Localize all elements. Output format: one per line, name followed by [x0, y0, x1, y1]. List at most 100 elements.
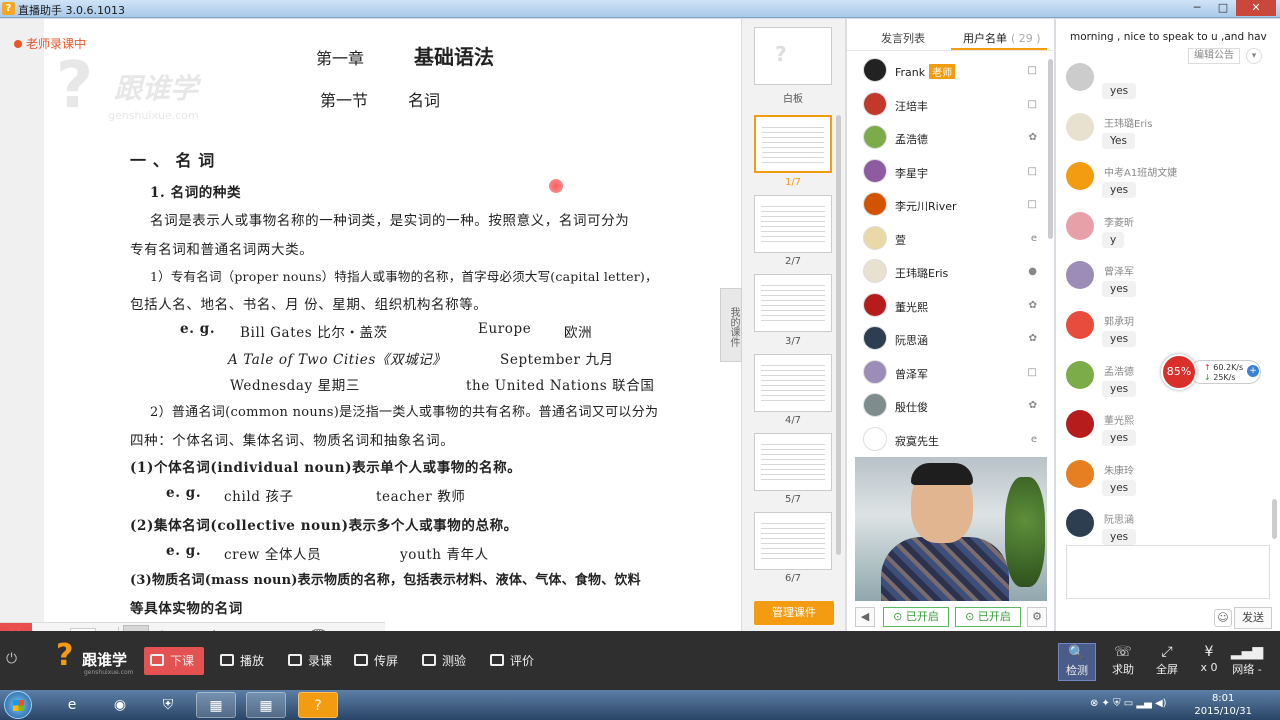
evaluate-button[interactable]: 评价 — [484, 647, 534, 675]
thumbnail-page-2[interactable] — [754, 195, 832, 253]
teacher-badge: 老师 — [929, 64, 956, 79]
avatar[interactable] — [1066, 360, 1094, 389]
chat-input[interactable] — [1066, 545, 1270, 599]
thumbnail-scrollbar[interactable] — [836, 115, 841, 555]
avatar[interactable] — [1066, 63, 1094, 91]
thumbnail-page-5[interactable] — [754, 433, 832, 491]
doc-example: teacher 教师 — [376, 489, 466, 505]
user-list-item[interactable]: 汪培丰 □ — [847, 89, 1047, 122]
user-list-item[interactable]: 孟浩德 ✿ — [847, 122, 1047, 155]
sender-name: 孟浩德 — [1104, 366, 1134, 378]
thumbnail-label: 1/7 — [784, 177, 802, 188]
play-button[interactable]: 播放 — [214, 647, 264, 675]
send-button[interactable]: 发送 — [1234, 607, 1272, 629]
start-button[interactable] — [4, 691, 32, 719]
avatar — [863, 125, 887, 149]
taskbar-app-icon[interactable]: ▦ — [196, 692, 236, 718]
user-name: 萱 — [895, 233, 906, 247]
avatar[interactable] — [1066, 261, 1094, 290]
avatar[interactable] — [1066, 162, 1094, 191]
edit-announcement-button[interactable]: 编辑公告 — [1188, 48, 1240, 64]
thumbnail-page-6[interactable] — [754, 512, 832, 570]
sender-name: 中考A1班胡文婕 — [1104, 168, 1178, 180]
avatar[interactable] — [1066, 459, 1094, 488]
title-bar: ? 直播助手 3.0.6.1013 ─ □ ✕ — [0, 0, 1280, 18]
chat-scrollbar[interactable] — [1272, 499, 1277, 539]
thumbnail-label: 6/7 — [784, 573, 802, 584]
chat-message: 朱康玲 yes — [1066, 459, 1256, 508]
tray-icons[interactable]: ⊗ ✦ ⛨ ▭ ▂▄ ◀) — [1090, 698, 1167, 709]
thumbnail-page-4[interactable] — [754, 354, 832, 412]
fullscreen-button[interactable]: ⤢ 全屏 — [1148, 643, 1186, 681]
avatar[interactable] — [1066, 311, 1094, 339]
avatar[interactable] — [1066, 112, 1094, 141]
plus-icon[interactable]: + — [1247, 365, 1259, 377]
user-list-item[interactable]: 董光熙 ✿ — [847, 290, 1047, 323]
ie-icon[interactable]: e — [52, 692, 92, 718]
user-list-item[interactable]: 李元川River □ — [847, 189, 1047, 222]
manage-courseware-button[interactable]: 管理课件 — [754, 601, 834, 625]
settings-icon[interactable]: ⚙ — [1027, 607, 1047, 627]
close-icon[interactable]: ✕ — [1236, 0, 1276, 16]
doc-line: 2）普通名词(common nouns)是泛指一类人或事物的共有名称。普通名词又… — [150, 405, 659, 420]
avatar — [863, 58, 887, 82]
user-name: 阮思涵 — [895, 334, 928, 347]
cpu-usage: 85% — [1161, 354, 1197, 390]
section-title: 名词 — [408, 91, 441, 110]
quiz-button[interactable]: 测验 — [416, 647, 466, 675]
detect-button[interactable]: 🔍 检测 — [1058, 643, 1096, 681]
avatar[interactable] — [1066, 509, 1094, 538]
network-status[interactable]: ▂▄▆ 网络 - — [1228, 643, 1266, 681]
user-list-scrollbar[interactable] — [1048, 59, 1053, 239]
thumbnail-page-3[interactable] — [754, 274, 832, 332]
tab-users[interactable]: 用户名单( 29 ) — [963, 30, 1041, 46]
user-list-item[interactable]: 殷仕俊 ✿ — [847, 390, 1047, 423]
thumbnail-whiteboard[interactable]: ? — [754, 27, 832, 85]
help-button[interactable]: ☏ 求助 — [1104, 643, 1142, 681]
maximize-icon[interactable]: □ — [1210, 0, 1236, 16]
emoji-icon[interactable]: ☺ — [1214, 609, 1232, 627]
doc-example: 欧洲 — [564, 325, 593, 341]
network-monitor[interactable]: 85% ↑ 60.2K/s ↓ 25K/s + — [1161, 354, 1261, 390]
chrome-icon[interactable]: ◉ — [100, 692, 140, 718]
doc-line: (1)个体名词(individual noun)表示单个人或事物的名称。 — [130, 460, 522, 476]
camera-toggle-button[interactable]: ⊙ 已开启 — [955, 607, 1021, 627]
my-courseware-tab[interactable]: 我的课件 — [720, 288, 742, 362]
user-list-item[interactable]: 李星宇 □ — [847, 156, 1047, 189]
user-list-item[interactable]: 萱e — [847, 223, 1047, 256]
mic-toggle-button[interactable]: ⊙ 已开启 — [883, 607, 949, 627]
security-shield-icon[interactable]: ⛨ — [148, 692, 188, 718]
speaker-icon[interactable]: ◀ — [855, 607, 875, 627]
record-button[interactable]: 录课 — [282, 647, 332, 675]
user-list-item[interactable]: 曾泽军 □ — [847, 357, 1047, 390]
user-name: 曾泽军 — [895, 367, 928, 381]
minimize-icon[interactable]: ─ — [1184, 0, 1210, 16]
thumbnail-page-1[interactable] — [754, 115, 832, 173]
end-class-button[interactable]: 下课 — [144, 647, 205, 675]
user-list-item[interactable]: 阮思涵 ✿ — [847, 323, 1047, 356]
coin-counter[interactable]: ¥ x 0 — [1190, 643, 1228, 681]
play-icon — [220, 654, 234, 666]
tab-speakers[interactable]: 发言列表 — [881, 30, 925, 46]
user-list-item[interactable]: Frank 老师 □ — [847, 55, 1047, 88]
live-assistant-icon[interactable]: ? — [298, 692, 338, 718]
signal-icon: ▂▄▆ — [1230, 644, 1264, 660]
window-controls: ─ □ ✕ — [1184, 0, 1276, 16]
taskbar-app-icon[interactable]: ▦ — [246, 692, 286, 718]
doc-example-label: e. g. — [166, 485, 202, 501]
chevron-down-icon[interactable]: ▾ — [1246, 48, 1262, 64]
avatar[interactable] — [1066, 410, 1094, 439]
power-icon[interactable]: ⏻ — [6, 651, 22, 667]
user-list-item[interactable]: 王玮璐Eris ● — [847, 256, 1047, 289]
share-screen-button[interactable]: 传屏 — [348, 647, 398, 675]
avatar[interactable] — [1066, 211, 1094, 240]
doc-line: 专有名词和普通名词两大类。 — [130, 242, 314, 258]
chat-message: yes — [1066, 63, 1256, 111]
quiz-icon — [422, 654, 436, 666]
sender-name: 曾泽军 — [1104, 267, 1134, 279]
doc-example: September 九月 — [500, 352, 614, 368]
announcement-text: morning , nice to speak to u ,and hav — [1070, 31, 1267, 43]
clock[interactable]: 8:01 2015/10/31 — [1194, 692, 1252, 718]
teacher-video[interactable] — [855, 457, 1047, 601]
user-list-item[interactable]: 寂寞先生 e — [847, 424, 1047, 457]
